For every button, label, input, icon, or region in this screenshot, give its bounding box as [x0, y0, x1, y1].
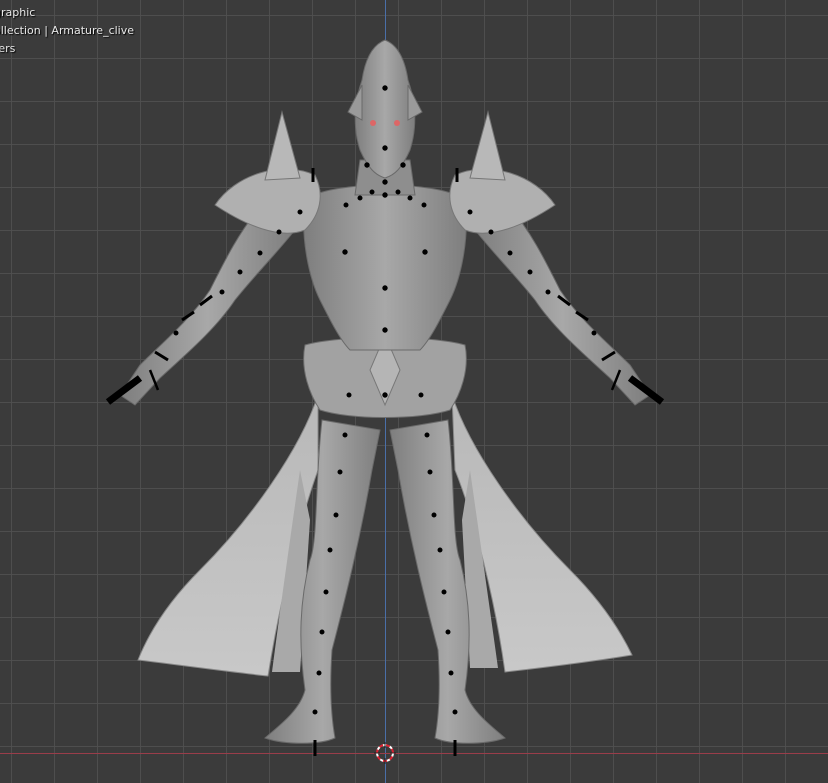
3d-cursor-icon[interactable]: [374, 742, 396, 764]
head-crest-left: [347, 84, 363, 121]
3d-viewport[interactable]: graphic ollection | Armature_clive ters: [0, 0, 828, 783]
collection-label: ollection | Armature_clive: [0, 24, 135, 37]
character-model[interactable]: [0, 0, 828, 783]
left-arm: [119, 204, 296, 406]
info-line-label: ters: [0, 42, 16, 55]
right-eye: [394, 120, 400, 126]
head-crest-right: [407, 84, 423, 121]
right-shoulder-spike: [469, 110, 506, 181]
right-arm: [474, 204, 651, 406]
head: [354, 39, 416, 179]
left-eye: [370, 120, 376, 126]
view-name-label: graphic: [0, 6, 36, 19]
torso: [303, 184, 467, 351]
left-shoulder-spike: [264, 110, 301, 181]
viewport-info-overlay: graphic ollection | Armature_clive ters: [0, 4, 134, 58]
